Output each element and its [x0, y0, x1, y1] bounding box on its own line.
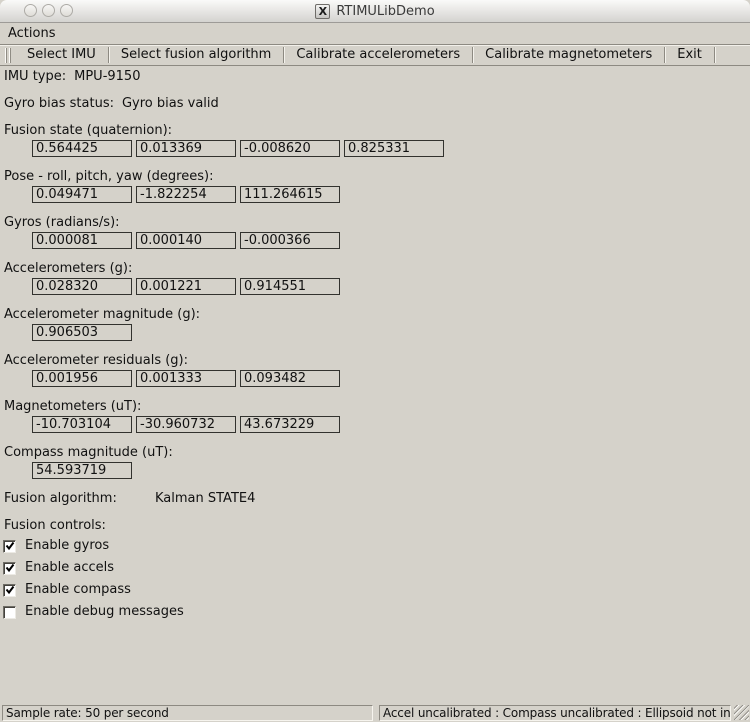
gyros-label: Gyros (radians/s):: [4, 215, 750, 231]
fusion-algorithm-value: Kalman STATE4: [155, 491, 255, 506]
accel-magnitude-field-0[interactable]: 0.906503: [32, 324, 132, 341]
pose-field-1[interactable]: -1.822254: [136, 186, 236, 203]
fusion-state-fields: 0.564425 0.013369 -0.008620 0.825331: [32, 140, 750, 157]
magnetometers-fields: -10.703104 -30.960732 43.673229: [32, 416, 750, 433]
enable-accels-label: Enable accels: [25, 560, 114, 576]
fusion-state-field-0[interactable]: 0.564425: [32, 140, 132, 157]
fusion-state-field-3[interactable]: 0.825331: [344, 140, 444, 157]
exit-button[interactable]: Exit: [666, 46, 713, 64]
select-imu-button[interactable]: Select IMU: [16, 46, 107, 64]
enable-gyros-row: Enable gyros: [3, 538, 750, 554]
compass-magnitude-field-0[interactable]: 54.593719: [32, 462, 132, 479]
fusion-algorithm-label: Fusion algorithm:: [4, 491, 155, 507]
window-controls: [24, 4, 73, 17]
toolbar-separator: [108, 47, 109, 63]
enable-accels-checkbox[interactable]: [3, 562, 16, 575]
toolbar-separator: [283, 47, 284, 63]
gyros-fields: 0.000081 0.000140 -0.000366: [32, 232, 750, 249]
fusion-algorithm-row: Fusion algorithm:Kalman STATE4: [4, 491, 750, 507]
imu-type-value: MPU-9150: [74, 69, 140, 84]
pose-field-0[interactable]: 0.049471: [32, 186, 132, 203]
accel-residuals-label: Accelerometer residuals (g):: [4, 353, 750, 369]
calibration-status: Accel uncalibrated : Compass uncalibrate…: [379, 705, 731, 721]
accelerometers-field-2[interactable]: 0.914551: [240, 278, 340, 295]
accel-residuals-field-1[interactable]: 0.001333: [136, 370, 236, 387]
calibrate-magnetometers-button[interactable]: Calibrate magnetometers: [474, 46, 663, 64]
enable-accels-row: Enable accels: [3, 560, 750, 576]
statusbar: Sample rate: 50 per second Accel uncalib…: [0, 704, 750, 722]
window-title: RTIMULibDemo: [336, 4, 434, 19]
sample-rate-status: Sample rate: 50 per second: [2, 705, 373, 721]
gyros-field-1[interactable]: 0.000140: [136, 232, 236, 249]
accelerometers-label: Accelerometers (g):: [4, 261, 750, 277]
gyro-bias-row: Gyro bias status: Gyro bias valid: [4, 96, 750, 112]
pose-field-2[interactable]: 111.264615: [240, 186, 340, 203]
enable-compass-row: Enable compass: [3, 582, 750, 598]
enable-compass-label: Enable compass: [25, 582, 131, 598]
menu-actions[interactable]: Actions: [2, 24, 62, 43]
enable-compass-checkbox[interactable]: [3, 584, 16, 597]
app-window: X RTIMULibDemo Actions Select IMU Select…: [0, 0, 750, 722]
x11-app-icon: X: [315, 4, 330, 19]
enable-gyros-checkbox[interactable]: [3, 540, 16, 553]
gyro-bias-value: Gyro bias valid: [122, 96, 219, 111]
fusion-state-label: Fusion state (quaternion):: [4, 123, 750, 139]
accel-residuals-field-0[interactable]: 0.001956: [32, 370, 132, 387]
magnetometers-label: Magnetometers (uT):: [4, 399, 750, 415]
toolbar-separator: [714, 47, 715, 63]
title-group: X RTIMULibDemo: [315, 4, 434, 19]
pose-label: Pose - roll, pitch, yaw (degrees):: [4, 169, 750, 185]
magnetometers-field-1[interactable]: -30.960732: [136, 416, 236, 433]
accel-residuals-fields: 0.001956 0.001333 0.093482: [32, 370, 750, 387]
close-window-button[interactable]: [24, 4, 37, 17]
checkmark-icon: [5, 563, 15, 573]
enable-debug-messages-checkbox[interactable]: [3, 606, 16, 619]
toolbar-separator: [472, 47, 473, 63]
main-content: IMU type:MPU-9150 Gyro bias status:Gyro …: [0, 67, 750, 620]
accel-magnitude-fields: 0.906503: [32, 324, 750, 341]
zoom-window-button[interactable]: [60, 4, 73, 17]
gyros-field-2[interactable]: -0.000366: [240, 232, 340, 249]
accel-magnitude-label: Accelerometer magnitude (g):: [4, 307, 750, 323]
toolbar: Select IMU Select fusion algorithm Calib…: [0, 45, 750, 66]
resize-grip-icon[interactable]: [734, 705, 749, 720]
enable-debug-messages-label: Enable debug messages: [25, 604, 184, 620]
imu-type-label: IMU type:: [4, 69, 66, 84]
menubar: Actions: [0, 23, 750, 45]
accelerometers-field-1[interactable]: 0.001221: [136, 278, 236, 295]
accel-residuals-field-2[interactable]: 0.093482: [240, 370, 340, 387]
pose-fields: 0.049471 -1.822254 111.264615: [32, 186, 750, 203]
toolbar-separator: [664, 47, 665, 63]
magnetometers-field-0[interactable]: -10.703104: [32, 416, 132, 433]
enable-gyros-label: Enable gyros: [25, 538, 109, 554]
checkmark-icon: [5, 541, 15, 551]
accelerometers-field-0[interactable]: 0.028320: [32, 278, 132, 295]
gyro-bias-label: Gyro bias status:: [4, 96, 114, 111]
fusion-controls-label: Fusion controls:: [4, 518, 750, 534]
enable-debug-messages-row: Enable debug messages: [3, 604, 750, 620]
compass-magnitude-fields: 54.593719: [32, 462, 750, 479]
toolbar-drag-handle-icon[interactable]: [5, 48, 13, 63]
accelerometers-fields: 0.028320 0.001221 0.914551: [32, 278, 750, 295]
imu-type-row: IMU type: MPU-9150: [4, 69, 750, 85]
checkmark-icon: [5, 585, 15, 595]
gyros-field-0[interactable]: 0.000081: [32, 232, 132, 249]
minimize-window-button[interactable]: [42, 4, 55, 17]
fusion-state-field-1[interactable]: 0.013369: [136, 140, 236, 157]
fusion-state-field-2[interactable]: -0.008620: [240, 140, 340, 157]
magnetometers-field-2[interactable]: 43.673229: [240, 416, 340, 433]
select-fusion-algorithm-button[interactable]: Select fusion algorithm: [110, 46, 283, 64]
calibrate-accelerometers-button[interactable]: Calibrate accelerometers: [285, 46, 471, 64]
titlebar[interactable]: X RTIMULibDemo: [0, 0, 750, 23]
compass-magnitude-label: Compass magnitude (uT):: [4, 445, 750, 461]
